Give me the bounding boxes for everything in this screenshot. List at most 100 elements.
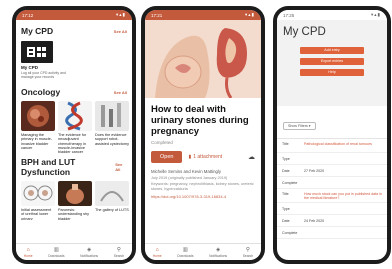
- status-icons: ▾▴▮: [245, 12, 255, 17]
- nav-downloads[interactable]: ▥ Downloads: [177, 247, 193, 258]
- bottom-navigation: ⌂ Home ▥ Downloads ◈ Notifications ⚲ Sea…: [145, 243, 261, 260]
- nav-search[interactable]: ⚲ Search: [114, 247, 124, 258]
- nav-notifications[interactable]: ◈ Notifications: [209, 247, 227, 258]
- search-icon: ⚲: [245, 246, 250, 253]
- article-caption: Initial assessment of urethral lower uri…: [21, 208, 52, 220]
- record-title-link[interactable]: How much stock can you put in published …: [304, 192, 382, 202]
- field-label: Type: [282, 207, 290, 211]
- home-screen: 17:12 ▾▴▮ My CPD See All My CPD Log all …: [16, 10, 132, 260]
- nav-downloads[interactable]: ▥ Downloads: [48, 247, 64, 258]
- article-caption: The gallery of LUTS: [95, 208, 129, 212]
- field-value: [304, 231, 382, 238]
- add-entry-button[interactable]: Add entry: [300, 47, 364, 54]
- field-value: 24 Feb 2020: [304, 219, 325, 223]
- open-button[interactable]: Open: [151, 151, 183, 163]
- record-row: Title Pathological classification of ren…: [277, 139, 387, 153]
- field-label: Type: [282, 157, 290, 161]
- field-value: [304, 157, 382, 164]
- downloads-icon: ▥: [53, 246, 59, 253]
- downloads-icon: ▥: [182, 246, 188, 253]
- status-time: 17:25: [283, 12, 295, 18]
- page-title: My CPD: [283, 26, 326, 38]
- nav-home[interactable]: ⌂ Home: [153, 247, 162, 258]
- see-all-link[interactable]: See All: [115, 162, 127, 172]
- record-row: Type: [277, 153, 387, 165]
- article-thumbnail: [21, 181, 55, 206]
- bph-item[interactable]: Initial assessment of urethral lower uri…: [21, 181, 55, 220]
- paperclip-icon: ▮: [188, 154, 192, 160]
- status-bar: 17:21 ▾▴▮: [145, 10, 261, 20]
- attachment-link[interactable]: ▮ 1 attachment: [188, 154, 222, 160]
- search-icon: ⚲: [116, 246, 121, 253]
- article-hero-image: [145, 20, 261, 98]
- article-thumbnail: [95, 101, 129, 131]
- oncology-item[interactable]: Managing the primary in muscle-invasive …: [21, 101, 55, 155]
- home-icon: ⌂: [155, 246, 159, 253]
- status-bar: 17:25 ▾▴▮: [277, 10, 387, 20]
- phone-article-screen: 17:21 ▾▴▮ How to deal with urinary stone…: [141, 6, 265, 264]
- bph-item[interactable]: The gallery of LUTS: [95, 181, 129, 220]
- cpd-records: Title Pathological classification of ren…: [277, 139, 387, 239]
- article-caption: Managing the primary in muscle-invasive …: [21, 133, 53, 150]
- record-title-link[interactable]: Pathological classification of renal tum…: [304, 142, 382, 152]
- oncology-carousel: Managing the primary in muscle-invasive …: [16, 101, 132, 155]
- field-label: Date: [282, 219, 290, 223]
- notifications-icon: ◈: [86, 246, 92, 253]
- nav-label: Home: [152, 253, 162, 258]
- article-thumbnail: [21, 101, 55, 131]
- field-label: Title: [282, 192, 289, 196]
- bph-item[interactable]: Paruresis: understanding shy bladder: [58, 181, 92, 220]
- bph-carousel: Initial assessment of urethral lower uri…: [16, 181, 132, 220]
- nav-label: Downloads: [177, 253, 194, 258]
- status-time: 17:21: [151, 12, 163, 18]
- nav-search[interactable]: ⚲ Search: [243, 247, 253, 258]
- section-title: BPH and LUT Dysfunction: [21, 157, 76, 177]
- nav-label: Home: [23, 253, 33, 258]
- oncology-item[interactable]: The evidence for neoadjuvant chemotherap…: [58, 101, 92, 155]
- field-value: 27 Feb 2020: [304, 169, 325, 173]
- doi-link[interactable]: https://doi.org/10.1007/978-3-319-16834-…: [145, 191, 261, 199]
- see-all-link[interactable]: See All: [114, 29, 127, 34]
- article-authors: Michelle Semins and Kevin Mattingly: [151, 169, 221, 174]
- status-icons: ▾▴▮: [116, 12, 126, 17]
- article-screen: 17:21 ▾▴▮ How to deal with urinary stone…: [145, 10, 261, 260]
- home-icon: ⌂: [26, 246, 30, 253]
- article-caption: Paruresis: understanding shy bladder: [58, 208, 90, 220]
- nav-label: Downloads: [48, 253, 65, 258]
- record-row: Type: [277, 203, 387, 215]
- status-time: 17:12: [22, 12, 34, 18]
- export-entries-button[interactable]: Export entries: [300, 58, 364, 65]
- article-keywords: Keywords: pregnancy, nephrolithiasis, ki…: [151, 182, 254, 191]
- cpd-header: My CPD Add entry Export entries Help: [277, 20, 387, 106]
- help-button[interactable]: Help: [300, 69, 364, 76]
- app-showcase: 17:12 ▾▴▮ My CPD See All My CPD Log all …: [0, 0, 392, 269]
- article-status: Completed: [151, 140, 173, 145]
- nav-label: Search: [242, 253, 254, 258]
- section-title: My CPD: [21, 26, 54, 36]
- see-all-link[interactable]: See All: [114, 90, 127, 95]
- status-bar: 17:12 ▾▴▮: [16, 10, 132, 20]
- article-caption: The evidence for neoadjuvant chemotherap…: [58, 133, 87, 155]
- notifications-icon: ◈: [215, 246, 221, 253]
- nav-label: Notifications: [80, 253, 99, 258]
- record-row: Complete: [277, 227, 387, 239]
- article-actions: Open ▮ 1 attachment ☁: [145, 145, 261, 163]
- oncology-item[interactable]: Does the evidence support robot-assisted…: [95, 101, 129, 155]
- field-label: Complete: [282, 231, 298, 235]
- cpd-screen: 17:25 ▾▴▮ My CPD Add entry Export entrie…: [277, 10, 387, 260]
- article-thumbnail: [58, 181, 92, 206]
- show-filters-dropdown[interactable]: Show Filters ▾: [283, 122, 316, 130]
- status-icons: ▾▴▮: [371, 12, 381, 17]
- phone-home-screen: 17:12 ▾▴▮ My CPD See All My CPD Log all …: [12, 6, 136, 264]
- nav-home[interactable]: ⌂ Home: [24, 247, 33, 258]
- article-caption: Does the evidence support robot-assisted…: [95, 133, 129, 146]
- field-value: [304, 207, 382, 214]
- cloud-download-icon[interactable]: ☁: [248, 153, 255, 161]
- article-title: How to deal with urinary stones during p…: [151, 104, 249, 137]
- phone-cpd-screen: 17:25 ▾▴▮ My CPD Add entry Export entrie…: [273, 6, 391, 264]
- section-header-cpd: My CPD See All: [16, 26, 132, 36]
- nav-notifications[interactable]: ◈ Notifications: [80, 247, 98, 258]
- cpd-card[interactable]: My CPD Log all your CPD activity and man…: [21, 41, 67, 79]
- nav-label: Search: [113, 253, 125, 258]
- record-row: Date 24 Feb 2020: [277, 215, 387, 227]
